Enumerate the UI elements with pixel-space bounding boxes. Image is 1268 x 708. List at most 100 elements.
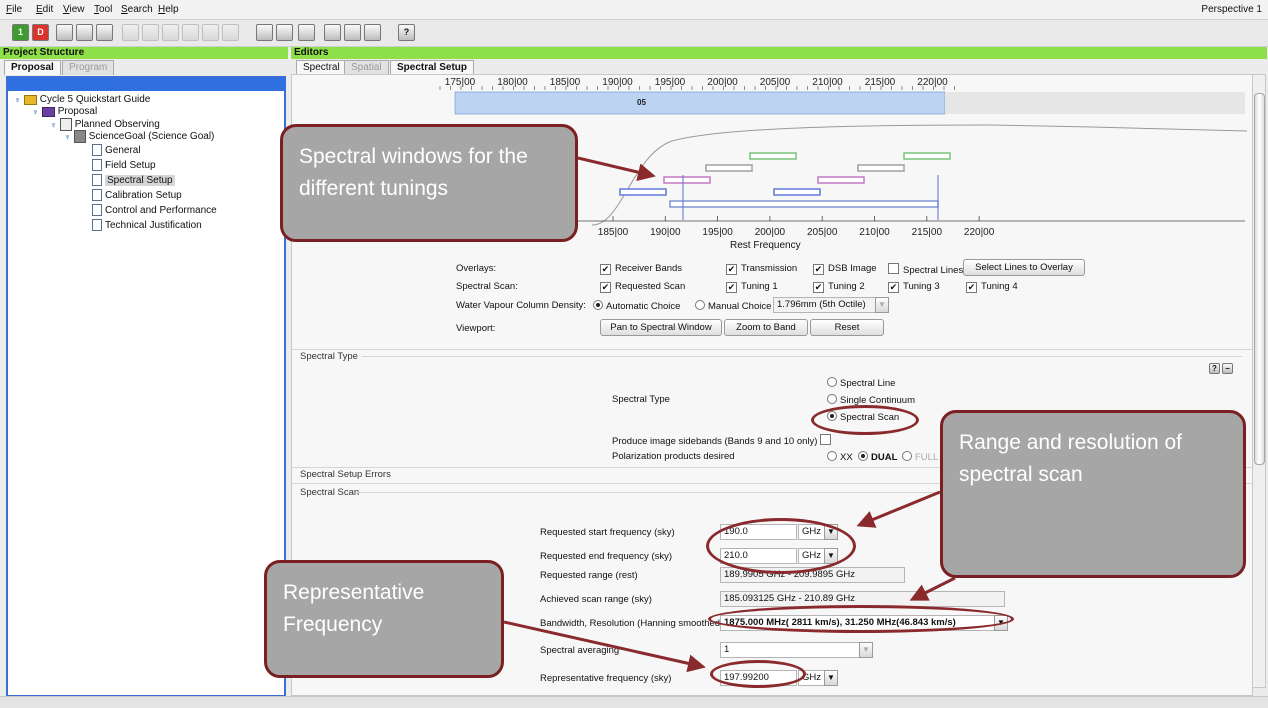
spectral-line-radio[interactable]: Spectral Line — [827, 377, 895, 389]
tree-node-proposal[interactable]: ♆ Proposal — [32, 106, 97, 117]
layout-button[interactable] — [256, 24, 273, 41]
expand-icon[interactable]: ♆ — [14, 95, 21, 105]
tree-selected-row[interactable]: Unsubmitted Proposal — [8, 78, 286, 91]
checkbox-icon[interactable]: ✔ — [726, 282, 737, 293]
radio-icon[interactable] — [695, 300, 705, 310]
band-label: 05 — [637, 98, 646, 107]
paste-button[interactable] — [162, 24, 179, 41]
checkbox-icon[interactable]: ✔ — [813, 264, 824, 275]
wv-manual-radio[interactable]: Manual Choice — [695, 300, 771, 312]
tree-node-spectral-setup[interactable]: Spectral Setup — [92, 174, 175, 186]
pol-dual-radio[interactable]: DUAL — [858, 451, 897, 463]
tree-node-field-setup[interactable]: Field Setup — [92, 159, 156, 171]
radio-icon[interactable] — [827, 394, 837, 404]
top-tick-label: 195|00 — [655, 77, 686, 88]
radio-icon[interactable] — [593, 300, 603, 310]
checkbox-icon[interactable] — [820, 434, 832, 445]
save-button[interactable] — [76, 24, 93, 41]
open-button[interactable] — [56, 24, 73, 41]
overlay-dsb-image[interactable]: ✔ DSB Image — [813, 263, 877, 275]
delete-button[interactable] — [222, 24, 239, 41]
copy-button[interactable] — [142, 24, 159, 41]
collapse-icon[interactable]: − — [1222, 363, 1233, 374]
chevron-down-icon[interactable]: ▼ — [824, 670, 838, 686]
checkbox-icon[interactable] — [888, 263, 899, 274]
menu-help[interactable]: Help — [158, 4, 179, 15]
radio-icon[interactable] — [902, 451, 912, 461]
previous-button[interactable] — [344, 24, 361, 41]
checkbox-icon[interactable]: ✔ — [600, 264, 611, 275]
menu-file[interactable]: File — [6, 4, 22, 15]
tab-spectral-setup[interactable]: Spectral Setup — [390, 60, 475, 75]
radio-label: Manual Choice — [708, 301, 772, 312]
highlight-bandwidth — [708, 605, 1014, 633]
checkbox-icon[interactable]: ✔ — [600, 282, 611, 293]
top-tick-label: 185|00 — [550, 77, 581, 88]
scan-tuning-4[interactable]: ✔ Tuning 4 — [966, 281, 1018, 293]
save-as-button[interactable] — [96, 24, 113, 41]
select-lines-button[interactable]: Select Lines to Overlay — [963, 259, 1085, 276]
folder-icon — [41, 106, 55, 117]
tree-node-general[interactable]: General — [92, 144, 141, 156]
expand-icon[interactable]: ♆ — [64, 132, 71, 142]
tree-label: Cycle 5 Quickstart Guide — [39, 94, 151, 105]
tree-node-science-goal[interactable]: ♆ ScienceGoal (Science Goal) — [64, 130, 214, 143]
expand-icon[interactable]: ♆ — [32, 107, 39, 117]
checkbox-icon[interactable]: ✔ — [966, 282, 977, 293]
toolbar: 1 D ? — [0, 20, 1268, 47]
checkbox-icon[interactable]: ✔ — [813, 282, 824, 293]
radio-label: DUAL — [871, 452, 898, 463]
tab-proposal[interactable]: Proposal — [4, 60, 61, 75]
grid-button[interactable] — [276, 24, 293, 41]
wv-value-field[interactable]: 1.796mm (5th Octile) — [773, 297, 876, 313]
undo-button[interactable] — [182, 24, 199, 41]
zoom-to-band-button[interactable]: Zoom to Band — [724, 319, 808, 336]
top-tick-label: 200|00 — [707, 77, 738, 88]
vertical-scrollbar[interactable] — [1252, 74, 1266, 688]
spectral-averaging-select[interactable]: 1 — [720, 642, 873, 658]
sidebands-option[interactable]: Produce image sidebands (Bands 9 and 10 … — [612, 434, 835, 447]
pol-xx-radio[interactable]: XX — [827, 451, 853, 463]
tree-node-quickstart[interactable]: ♆ Cycle 5 Quickstart Guide — [14, 94, 150, 105]
chevron-down-icon[interactable]: ▼ — [875, 297, 889, 313]
scan-tuning-3[interactable]: ✔ Tuning 3 — [888, 281, 940, 293]
menu-tool[interactable]: Tool — [94, 4, 112, 15]
pan-to-window-button[interactable]: Pan to Spectral Window — [600, 319, 722, 336]
overlay-receiver-bands[interactable]: ✔ Receiver Bands — [600, 263, 682, 275]
tree-node-technical-justification[interactable]: Technical Justification — [92, 219, 202, 231]
tab-spectral[interactable]: Spectral — [296, 60, 347, 75]
radio-icon[interactable] — [827, 377, 837, 387]
tree-node-control-performance[interactable]: Control and Performance — [92, 204, 217, 216]
overlay-transmission[interactable]: ✔ Transmission — [726, 263, 797, 275]
help-button[interactable]: ? — [398, 24, 415, 41]
open-pdf-button[interactable]: D — [32, 24, 49, 41]
gear-icon[interactable] — [298, 24, 315, 41]
checkbox-icon[interactable]: ✔ — [726, 264, 737, 275]
tab-program[interactable]: Program — [62, 60, 115, 75]
wv-automatic-radio[interactable]: Automatic Choice — [593, 300, 680, 312]
radio-icon[interactable] — [827, 451, 837, 461]
overlay-spectral-lines[interactable]: Spectral Lines — [888, 263, 963, 276]
tab-spatial[interactable]: Spatial — [344, 60, 389, 75]
radio-icon[interactable] — [858, 451, 868, 461]
next-button[interactable] — [364, 24, 381, 41]
scan-tuning-2[interactable]: ✔ Tuning 2 — [813, 281, 865, 293]
menu-edit[interactable]: Edit — [36, 4, 53, 15]
scan-tuning-1[interactable]: ✔ Tuning 1 — [726, 281, 778, 293]
validate-button[interactable] — [324, 24, 341, 41]
help-icon[interactable]: ? — [1209, 363, 1220, 374]
menu-search[interactable]: Search — [121, 4, 153, 15]
bottom-tick-label: 210|00 — [859, 227, 890, 238]
menu-view[interactable]: View — [63, 4, 85, 15]
cut-button[interactable] — [122, 24, 139, 41]
new-proposal-button[interactable]: 1 — [12, 24, 29, 41]
pol-full-radio[interactable]: FULL — [902, 451, 938, 463]
chevron-down-icon[interactable]: ▼ — [859, 642, 873, 658]
tree-node-calibration-setup[interactable]: Calibration Setup — [92, 189, 182, 201]
checkbox-icon[interactable]: ✔ — [888, 282, 899, 293]
reset-button[interactable]: Reset — [810, 319, 884, 336]
scan-requested[interactable]: ✔ Requested Scan — [600, 281, 685, 293]
redo-button[interactable] — [202, 24, 219, 41]
expand-icon[interactable]: ♆ — [50, 120, 57, 130]
scrollbar-thumb[interactable] — [1254, 93, 1265, 465]
